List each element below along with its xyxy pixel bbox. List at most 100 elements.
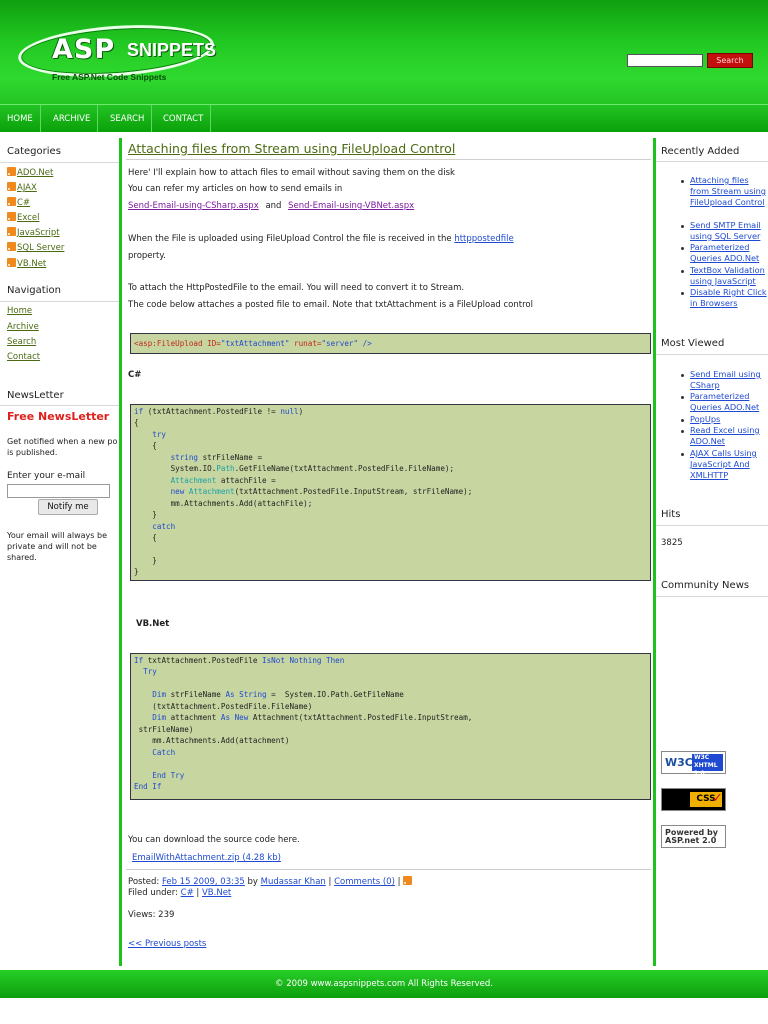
side-nav-search[interactable]: Search (7, 337, 36, 347)
aspnet-badge[interactable]: Powered by ASP.net 2.0 (661, 825, 726, 848)
site-logo[interactable]: ASP SNIPPETS Free ASP.Net Code Snippets (16, 19, 216, 94)
code-line: try (134, 430, 167, 439)
filed-vbnet-link[interactable]: VB.Net (202, 888, 231, 898)
category-label: Excel (17, 213, 40, 223)
nav-item-archive[interactable]: ARCHIVE (46, 105, 99, 132)
rss-icon (7, 167, 16, 176)
category-label: ADO.Net (17, 168, 54, 178)
code-attr: runat= (294, 339, 322, 348)
recent-post-link[interactable]: Disable Right Click in Browsers (690, 287, 768, 309)
most-viewed-link[interactable]: Parameterized Queries ADO.Net (690, 391, 768, 413)
side-nav-contact[interactable]: Contact (7, 352, 40, 362)
list-bullet (681, 453, 684, 456)
category-ajax[interactable]: AJAX (7, 182, 37, 193)
w3c-xhtml-badge[interactable]: W3C W3C XHTML 1.0 (661, 751, 726, 777)
code-line: mm.Attachments.Add(attachment) (134, 736, 290, 745)
title-divider (126, 159, 651, 160)
most-viewed-link[interactable]: Send Email using CSharp (690, 369, 768, 391)
previous-posts-link[interactable]: << Previous posts (128, 939, 206, 949)
category-csharp[interactable]: C# (7, 197, 30, 208)
category-vb-net[interactable]: VB.Net (7, 258, 46, 269)
category-javascript[interactable]: JavaScript (7, 227, 60, 238)
nav-item-contact[interactable]: CONTACT (156, 105, 212, 132)
rss-icon[interactable] (403, 876, 413, 885)
link-send-email-csharp[interactable]: Send-Email-using-CSharp.aspx (128, 201, 259, 211)
list-bullet (681, 430, 684, 433)
notify-me-button[interactable]: Notify me (38, 499, 98, 515)
csharp-label: C# (128, 370, 142, 380)
download-text: You can download the source code here. (128, 835, 300, 845)
newsletter-heading: NewsLetter (7, 390, 64, 401)
recent-post-link[interactable]: Send SMTP Email using SQL Server (690, 220, 768, 242)
code-line: Catch (134, 748, 176, 757)
recent-post-link[interactable]: Attaching files from Stream using FileUp… (690, 175, 768, 208)
rss-icon (7, 212, 16, 221)
intro-line-1: Here' I'll explain how to attach files t… (128, 168, 455, 178)
posted-label: Posted: (128, 877, 160, 887)
side-divider (656, 596, 768, 597)
comments-link[interactable]: Comments (0) (334, 877, 395, 887)
filed-csharp-link[interactable]: C# (181, 888, 194, 898)
filed-meta: Filed under: C# | VB.Net (128, 888, 231, 898)
author-link[interactable]: Mudassar Khan (261, 877, 326, 887)
most-viewed-link[interactable]: AJAX Calls Using JavaScript And XMLHTTP (690, 448, 768, 481)
nav-item-search[interactable]: SEARCH (103, 105, 153, 132)
header-search-input[interactable] (627, 54, 703, 67)
filed-separator: | (196, 888, 200, 898)
recent-post-link[interactable]: TextBox Validation using JavaScript (690, 265, 768, 287)
link-httppostedfile[interactable]: httppostedfile (454, 234, 513, 244)
most-viewed-link[interactable]: PopUps (690, 414, 768, 425)
category-excel[interactable]: Excel (7, 212, 40, 223)
property-text: property. (128, 251, 166, 261)
css-badge[interactable]: CSS ✓ (661, 788, 726, 811)
badge-aspnet-text: Powered by ASP.net 2.0 (665, 828, 718, 845)
header-search-button[interactable]: Search (707, 53, 753, 68)
most-viewed-link[interactable]: Read Excel using ADO.Net (690, 425, 768, 447)
attach-line-1: To attach the HttpPostedFile to the emai… (128, 283, 465, 293)
vbnet-label: VB.Net (136, 619, 170, 629)
right-sidebar: Recently Added Attaching files from Stre… (656, 138, 768, 966)
code-line: If txtAttachment.PostedFile IsNot Nothin… (134, 656, 345, 665)
left-sidebar: Categories ADO.Net AJAX C# Excel JavaScr… (0, 138, 119, 966)
category-label: AJAX (17, 183, 37, 193)
side-divider (656, 354, 768, 355)
download-link[interactable]: EmailWithAttachment.zip (4.28 kb) (132, 853, 281, 863)
code-line: strFileName) (134, 725, 194, 734)
recently-added-heading: Recently Added (661, 146, 740, 157)
side-divider (0, 405, 119, 406)
code-line: (txtAttachment.PostedFile.FileName) (134, 702, 313, 711)
rss-icon (7, 227, 16, 236)
nav-item-home[interactable]: HOME (0, 105, 41, 132)
logo-asp-text: ASP (52, 34, 116, 65)
posted-date-link[interactable]: Feb 15 2009, 03:35 (162, 877, 245, 887)
recent-post-link[interactable]: Parameterized Queries ADO.Net (690, 242, 768, 264)
list-bullet (681, 247, 684, 250)
code-line: { (134, 418, 139, 427)
newsletter-description: Get notified when a new po is published. (7, 436, 125, 458)
rss-icon (7, 197, 16, 206)
rss-icon (7, 258, 16, 267)
link-send-email-vbnet[interactable]: Send-Email-using-VBNet.aspx (288, 201, 414, 211)
views-count: Views: 239 (128, 910, 175, 920)
code-line: <asp:FileUpload ID="txtAttachment" runat… (134, 339, 372, 348)
hits-count: 3825 (661, 538, 683, 548)
site-header: ASP SNIPPETS Free ASP.Net Code Snippets … (0, 0, 768, 104)
list-bullet (681, 419, 684, 422)
by-text: by (247, 877, 258, 887)
side-nav-home[interactable]: Home (7, 306, 32, 316)
side-nav-archive[interactable]: Archive (7, 322, 39, 332)
check-icon: ✓ (712, 791, 723, 806)
received-text: When the File is uploaded using FileUplo… (128, 234, 452, 244)
category-ado-net[interactable]: ADO.Net (7, 167, 53, 178)
categories-heading: Categories (7, 146, 61, 157)
category-sql-server[interactable]: SQL Server (7, 242, 64, 253)
code-line: Attachment attachFile = (170, 476, 276, 485)
email-label: Enter your e-mail (7, 471, 86, 481)
privacy-line: Your email will always be (7, 531, 107, 540)
newsletter-email-input[interactable] (7, 484, 110, 498)
code-line: { (134, 533, 157, 542)
post-title[interactable]: Attaching files from Stream using FileUp… (128, 141, 455, 156)
code-line: new Attachment(txtAttachment.PostedFile.… (170, 487, 473, 496)
code-line: { (134, 441, 157, 450)
privacy-line: shared. (7, 553, 37, 562)
